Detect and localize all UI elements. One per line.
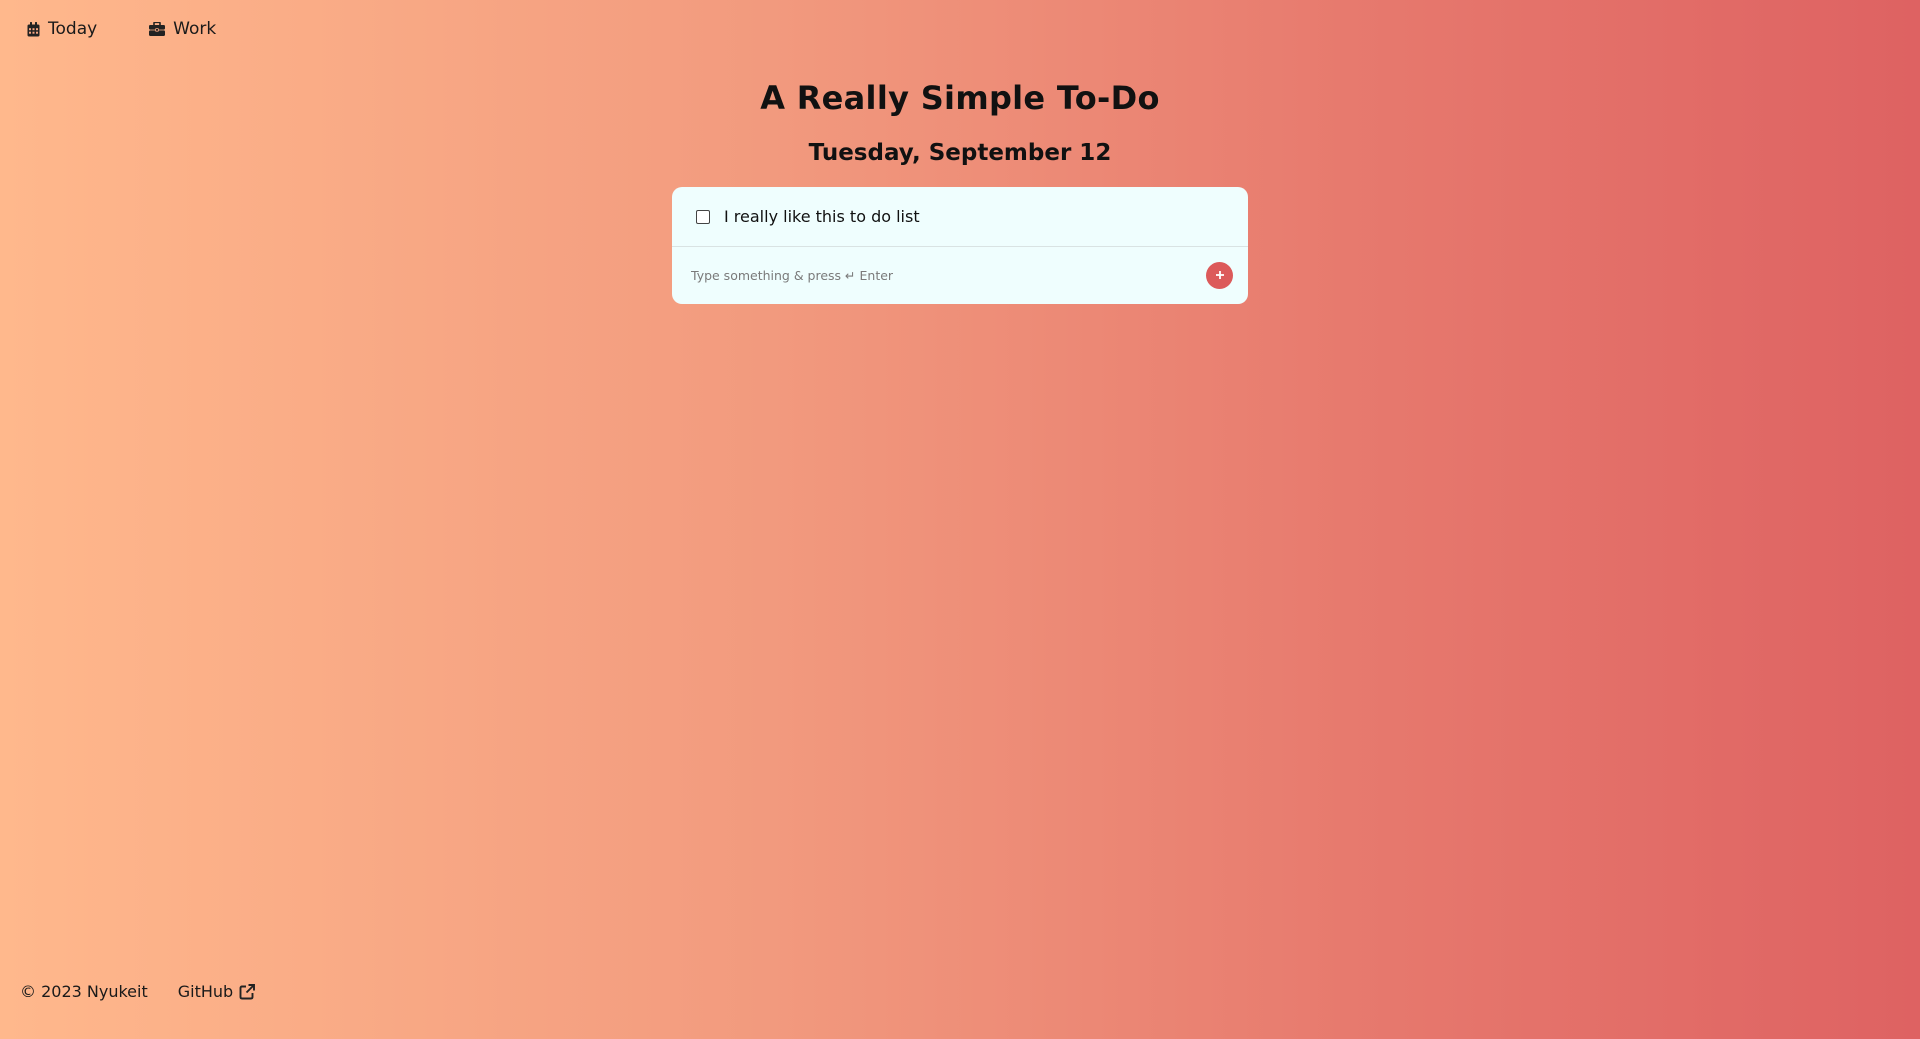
top-nav: Today Work bbox=[27, 17, 216, 41]
current-date: Tuesday, September 12 bbox=[808, 140, 1112, 166]
new-todo-row bbox=[672, 247, 1248, 304]
todo-card: I really like this to do list bbox=[672, 187, 1248, 304]
briefcase-icon bbox=[149, 22, 173, 36]
page-title: A Really Simple To-Do bbox=[760, 79, 1160, 117]
nav-item-today[interactable]: Today bbox=[27, 17, 97, 41]
new-todo-input[interactable] bbox=[691, 268, 1206, 283]
nav-item-label: Today bbox=[48, 19, 98, 39]
add-todo-button[interactable] bbox=[1206, 262, 1233, 289]
nav-item-work[interactable]: Work bbox=[149, 17, 216, 41]
github-link-label: GitHub bbox=[177, 982, 234, 1001]
todo-text: I really like this to do list bbox=[724, 207, 920, 226]
footer: © 2023 Nyukeit GitHub bbox=[20, 982, 256, 1001]
todo-item: I really like this to do list bbox=[672, 187, 1248, 247]
plus-icon bbox=[1215, 268, 1225, 283]
github-link[interactable]: GitHub bbox=[177, 982, 256, 1001]
calendar-icon bbox=[27, 21, 48, 37]
todo-checkbox[interactable] bbox=[696, 209, 710, 224]
copyright-text: © 2023 Nyukeit bbox=[20, 982, 148, 1001]
nav-item-label: Work bbox=[173, 19, 217, 39]
external-link-icon bbox=[233, 983, 256, 1000]
